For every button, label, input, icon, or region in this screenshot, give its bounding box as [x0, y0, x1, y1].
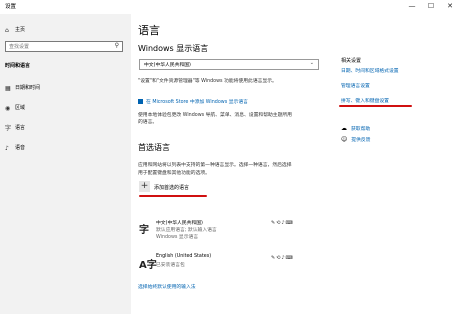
- close-button[interactable]: ✕: [443, 1, 457, 12]
- search-input[interactable]: 查找设置 ⚲: [5, 41, 123, 52]
- sidebar-item-region[interactable]: ◉ 区域: [5, 103, 25, 114]
- sidebar-item-label: 区域: [15, 105, 26, 111]
- get-help-link[interactable]: ☁ 获取帮助: [341, 125, 370, 132]
- feedback-icon: ☺: [341, 136, 348, 143]
- language-icon: 字: [5, 125, 12, 132]
- display-language-select[interactable]: 中文(中华人民共和国) ⌄: [139, 59, 319, 70]
- related-link-manage-language[interactable]: 管理语言设置: [341, 82, 370, 89]
- minimize-button[interactable]: —: [405, 1, 419, 12]
- add-language-label[interactable]: 添加首选的语言: [154, 184, 189, 191]
- search-placeholder: 查找设置: [9, 44, 30, 50]
- display-language-heading: Windows 显示语言: [138, 44, 209, 53]
- language-icon: A字: [139, 260, 157, 271]
- related-settings-heading: 相关设置: [341, 58, 362, 64]
- language-detail: Windows 显示语言: [156, 235, 199, 240]
- sidebar: [0, 14, 131, 314]
- display-language-value: 中文(中华人民共和国): [144, 63, 191, 68]
- sidebar-section-label: 时间和语言: [5, 63, 31, 69]
- sidebar-item-home[interactable]: ⌂ 主页: [5, 25, 25, 36]
- preferred-languages-heading: 首选语言: [138, 143, 170, 152]
- home-icon: ⌂: [5, 27, 9, 34]
- main-panel: 语言 Windows 显示语言 中文(中华人民共和国) ⌄ "设置"和"文件资源…: [131, 14, 459, 314]
- default-input-method-link[interactable]: 选择始终默认使用的输入法: [138, 283, 196, 290]
- microphone-icon: ♪: [5, 145, 9, 152]
- language-feature-icons: ✎⟲♪⌨: [271, 220, 294, 226]
- store-description-line2: 的语言。: [138, 120, 158, 125]
- language-detail: 已安装语言包: [156, 263, 185, 268]
- red-underline-annotation: [139, 195, 207, 197]
- chevron-down-icon: ⌄: [309, 60, 314, 66]
- maximize-button[interactable]: ☐: [424, 1, 438, 12]
- red-underline-annotation: [339, 105, 412, 107]
- search-icon: ⚲: [114, 42, 119, 49]
- preferred-description-line1: 应用和网站将以列表中支持的第一种语言显示。选择一种语言，然后选择: [138, 163, 292, 168]
- store-description-line1: 使用本地体验包更改 Windows 导航、菜单、消息、设置和帮助主题所用: [138, 113, 292, 118]
- language-name[interactable]: English (United States): [156, 254, 211, 259]
- sidebar-item-speech[interactable]: ♪ 语音: [5, 143, 25, 154]
- sidebar-item-label: 语言: [15, 125, 26, 131]
- display-language-description: "设置"和"文件资源管理器"等 Windows 功能将使用此语言显示。: [138, 79, 277, 84]
- window-title: 设置: [5, 4, 17, 10]
- plus-icon: +: [140, 181, 149, 191]
- feedback-label: 提供反馈: [351, 138, 371, 143]
- title-bar: 设置 — ☐ ✕: [0, 0, 459, 14]
- help-label: 获取帮助: [351, 127, 371, 132]
- related-link-spelling-keyboard[interactable]: 拼写、键入和键盘设置: [341, 97, 389, 104]
- related-link-datetime-format[interactable]: 日期、时间和区域格式设置: [341, 67, 399, 74]
- preferred-description-line2: 用于配置键盘和其他功能的选项。: [138, 171, 210, 176]
- sidebar-item-label: 语音: [15, 145, 26, 151]
- sidebar-home-label: 主页: [15, 27, 26, 33]
- add-language-button[interactable]: +: [139, 181, 150, 192]
- store-link[interactable]: 在 Microsoft Store 中添加 Windows 显示语言: [138, 98, 248, 105]
- feedback-link[interactable]: ☺ 提供反馈: [341, 136, 370, 143]
- language-feature-icons: ✎⟲♪⌨: [271, 255, 294, 261]
- language-name[interactable]: 中文(中华人民共和国): [156, 219, 203, 226]
- sidebar-item-language[interactable]: 字 语言: [5, 123, 25, 134]
- help-icon: ☁: [341, 125, 347, 132]
- calendar-icon: ▦: [5, 85, 11, 92]
- sidebar-item-datetime[interactable]: ▦ 日期和时间: [5, 83, 40, 94]
- globe-icon: ◉: [5, 105, 11, 112]
- page-title: 语言: [138, 24, 160, 37]
- store-link-label: 在 Microsoft Store 中添加 Windows 显示语言: [146, 100, 248, 105]
- sidebar-item-label: 日期和时间: [15, 85, 41, 91]
- language-icon: 字: [139, 225, 149, 236]
- language-detail: 默认应用语言; 默认输入语言: [156, 228, 217, 233]
- store-icon: [138, 99, 143, 104]
